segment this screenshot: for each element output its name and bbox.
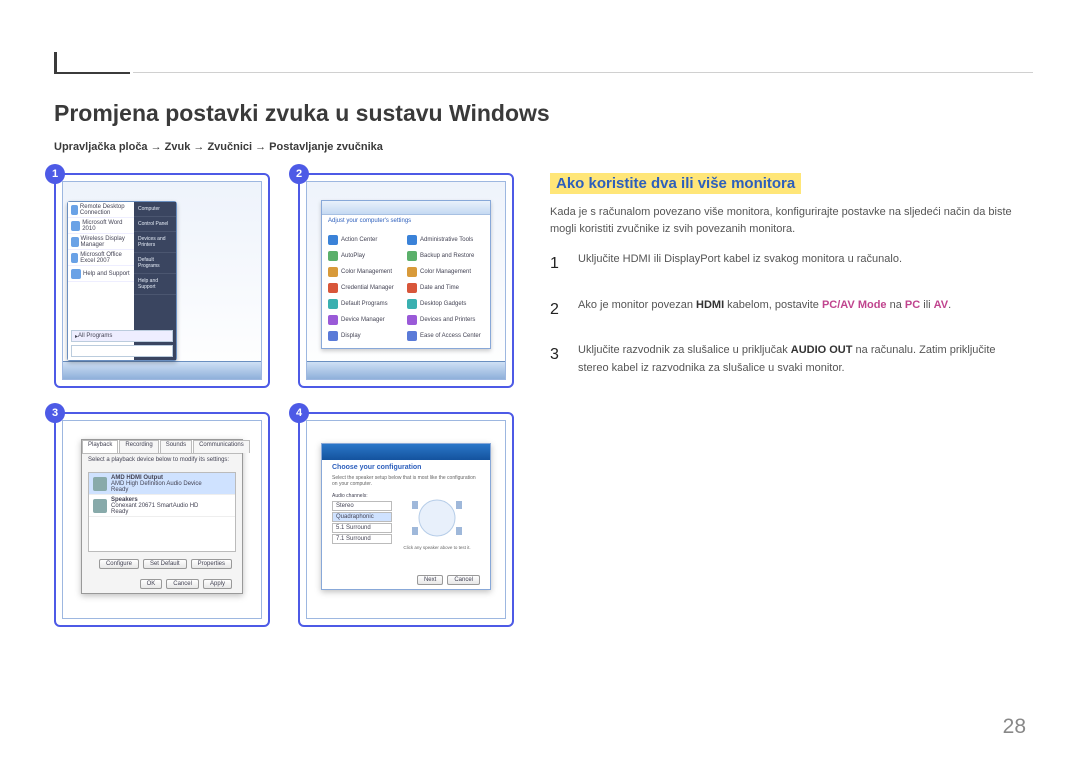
instructions-column: Ako koristite dva ili više monitora Kada… <box>550 173 1026 397</box>
properties-button: Properties <box>191 559 232 569</box>
set-default-button: Set Default <box>143 559 187 569</box>
control-panel-window: Adjust your computer's settings Action C… <box>321 200 491 349</box>
ok-button: OK <box>140 579 163 589</box>
sound-dialog: PlaybackRecordingSoundsCommunications Se… <box>81 439 243 594</box>
next-button: Next <box>417 575 443 585</box>
step-1: 1 Uključite HDMI ili DisplayPort kabel i… <box>550 251 1026 277</box>
breadcrumb: Upravljačka ploča → Zvuk → Zvučnici → Po… <box>54 141 1026 153</box>
taskbar <box>63 361 261 379</box>
page-content: Promjena postavki zvuka u sustavu Window… <box>54 100 1026 627</box>
step-3: 3 Uključite razvodnik za slušalice u pri… <box>550 342 1026 377</box>
apply-button: Apply <box>203 579 232 589</box>
screenshot-1: 1 Remote Desktop ConnectionMicrosoft Wor… <box>54 173 270 388</box>
cancel-button: Cancel <box>166 579 199 589</box>
intro-text: Kada je s računalom povezano više monito… <box>550 204 1026 237</box>
screenshot-2: 2 Adjust your computer's settings Action… <box>298 173 514 388</box>
page-title: Promjena postavki zvuka u sustavu Window… <box>54 100 1026 127</box>
cancel-button: Cancel <box>447 575 480 585</box>
step-2: 2 Ako je monitor povezan HDMI kabelom, p… <box>550 297 1026 323</box>
configure-button: Configure <box>99 559 139 569</box>
screenshot-3: 3 PlaybackRecordingSoundsCommunications … <box>54 412 270 627</box>
all-programs: ▸ All Programs <box>71 330 173 342</box>
screenshots-column: 1 Remote Desktop ConnectionMicrosoft Wor… <box>54 173 514 627</box>
screenshot-4: 4 Choose your configuration Select the s… <box>298 412 514 627</box>
search-input <box>71 345 173 357</box>
speaker-diagram: Click any speaker above to test it. <box>402 493 472 543</box>
speaker-setup-dialog: Choose your configuration Select the spe… <box>321 443 491 590</box>
start-menu: Remote Desktop ConnectionMicrosoft Word … <box>67 201 177 361</box>
page-number: 28 <box>1003 715 1026 739</box>
header-bracket <box>54 52 130 74</box>
section-highlight: Ako koristite dva ili više monitora <box>550 173 801 194</box>
